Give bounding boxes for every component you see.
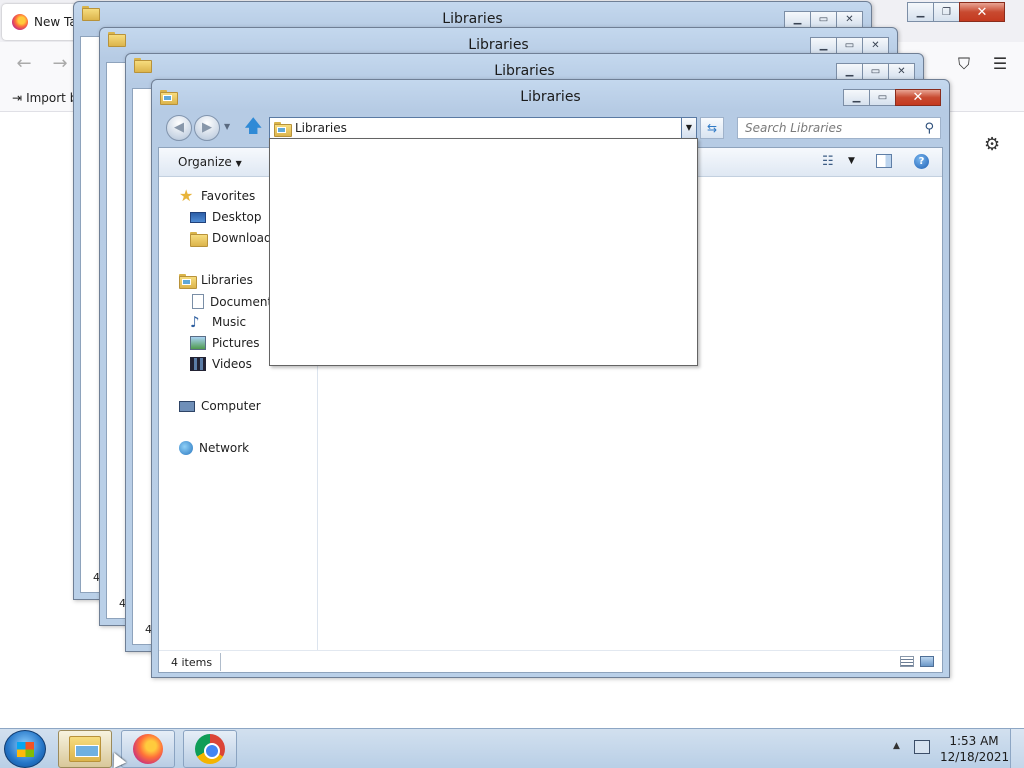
window-title: Libraries xyxy=(494,63,555,79)
music-icon: ♪ xyxy=(190,313,200,331)
window-title: Libraries xyxy=(442,11,503,27)
search-placeholder: Search Libraries xyxy=(745,121,843,135)
clock-date: 12/18/2021 xyxy=(940,750,1010,764)
show-desktop-button[interactable] xyxy=(1010,729,1024,768)
star-icon: ★ xyxy=(179,186,194,205)
import-icon: ⇥ xyxy=(12,91,23,105)
firefox-icon xyxy=(12,14,28,30)
clock-time: 1:53 AM xyxy=(949,734,999,748)
videos-icon xyxy=(190,357,206,371)
search-input[interactable]: Search Libraries ⚲ xyxy=(737,117,941,139)
nav-item-videos[interactable]: Videos xyxy=(190,357,252,371)
nav-label: Pictures xyxy=(212,336,260,350)
nav-item-downloads[interactable]: Downloads xyxy=(190,231,278,247)
recent-pages-dropdown[interactable]: ▼ xyxy=(224,122,230,131)
downloads-folder-icon xyxy=(190,231,208,247)
firefox-icon xyxy=(133,734,163,764)
nav-label: Network xyxy=(199,441,250,455)
chevron-down-icon: ▼ xyxy=(235,159,242,168)
minimize-button[interactable]: ▁ xyxy=(843,89,870,106)
network-tray-icon[interactable] xyxy=(914,740,930,754)
close-button[interactable]: ✕ xyxy=(888,63,915,80)
close-button[interactable]: ✕ xyxy=(862,37,889,54)
nav-label: Desktop xyxy=(212,210,262,224)
documents-icon xyxy=(192,294,204,309)
desktop-icon xyxy=(190,211,206,223)
close-button[interactable]: ✕ xyxy=(895,89,941,106)
forward-button[interactable]: ▶ xyxy=(194,115,220,141)
windows-logo-icon xyxy=(17,742,34,757)
nav-item-documents[interactable]: Documents xyxy=(192,294,278,309)
nav-label: Music xyxy=(212,315,247,329)
firefox-close-button[interactable]: ✕ xyxy=(959,2,1005,22)
organize-label: Organize xyxy=(178,155,232,169)
firefox-minimize-button[interactable]: ▁ xyxy=(907,2,934,22)
libraries-icon xyxy=(274,121,292,137)
minimize-button[interactable]: ▁ xyxy=(810,37,837,54)
taskbar-explorer-button[interactable] xyxy=(58,730,112,768)
maximize-button[interactable]: ▭ xyxy=(836,37,863,54)
change-view-icon[interactable]: ☷ xyxy=(822,154,834,169)
help-icon[interactable]: ? xyxy=(914,154,929,169)
nav-item-libraries[interactable]: Libraries xyxy=(179,273,253,289)
taskbar: ▲ 1:53 AM 12/18/2021 xyxy=(0,728,1024,768)
address-dropdown-button[interactable]: ▼ xyxy=(681,117,697,139)
nav-item-network[interactable]: Network xyxy=(179,441,249,455)
gear-icon[interactable]: ⚙ xyxy=(984,134,1000,155)
organize-button[interactable]: Organize ▼ xyxy=(178,155,242,169)
show-hidden-icons-button[interactable]: ▲ xyxy=(893,741,900,751)
maximize-button[interactable]: ▭ xyxy=(810,11,837,28)
large-icons-view-icon[interactable] xyxy=(920,656,934,667)
nav-item-music[interactable]: ♪ Music xyxy=(190,313,247,331)
nav-item-favorites[interactable]: ★ Favorites xyxy=(179,186,256,205)
network-icon xyxy=(179,441,193,455)
nav-label: Favorites xyxy=(201,189,256,203)
pocket-icon[interactable]: ⛉ xyxy=(952,52,976,76)
forward-arrow-icon[interactable]: → xyxy=(48,52,72,76)
import-bookmarks-button[interactable]: ⇥ Import b xyxy=(12,91,77,105)
address-bar[interactable]: Libraries ▼ xyxy=(269,117,697,139)
nav-label: Computer xyxy=(201,399,261,413)
up-arrow-icon[interactable]: 🡅 xyxy=(244,117,263,137)
nav-label: Videos xyxy=(212,357,252,371)
minimize-button[interactable]: ▁ xyxy=(784,11,811,28)
preview-pane-icon[interactable] xyxy=(876,154,892,168)
status-divider xyxy=(220,653,221,671)
pictures-icon xyxy=(190,336,206,350)
back-button[interactable]: ◀ xyxy=(166,115,192,141)
details-view-icon[interactable] xyxy=(900,656,914,667)
close-button[interactable]: ✕ xyxy=(836,11,863,28)
window-title: Libraries xyxy=(468,37,529,53)
nav-item-computer[interactable]: Computer xyxy=(179,399,261,413)
nav-item-pictures[interactable]: Pictures xyxy=(190,336,260,350)
search-icon[interactable]: ⚲ xyxy=(924,119,934,139)
view-options-dropdown[interactable]: ▼ xyxy=(848,156,855,166)
maximize-button[interactable]: ▭ xyxy=(862,63,889,80)
taskbar-chrome-button[interactable] xyxy=(183,730,237,768)
minimize-button[interactable]: ▁ xyxy=(836,63,863,80)
address-history-dropdown[interactable] xyxy=(269,138,698,366)
import-label: Import b xyxy=(26,91,78,105)
firefox-restore-button[interactable]: ❐ xyxy=(933,2,960,22)
address-text: Libraries xyxy=(295,121,347,135)
clock[interactable]: 1:53 AM 12/18/2021 xyxy=(940,733,1010,765)
taskbar-firefox-button[interactable] xyxy=(121,730,175,768)
back-arrow-icon[interactable]: ← xyxy=(12,52,36,76)
window-title: Libraries xyxy=(520,89,581,105)
nav-item-desktop[interactable]: Desktop xyxy=(190,210,262,224)
status-bar: 4 items xyxy=(159,650,942,672)
libraries-icon xyxy=(179,273,197,289)
chrome-icon xyxy=(195,734,225,764)
computer-icon xyxy=(179,400,195,412)
start-button[interactable] xyxy=(4,730,46,768)
refresh-button[interactable]: ⇆ xyxy=(700,117,724,139)
nav-label: Libraries xyxy=(201,273,253,287)
libraries-icon xyxy=(69,736,101,762)
maximize-button[interactable]: ▭ xyxy=(869,89,896,106)
menu-icon[interactable]: ☰ xyxy=(988,52,1012,76)
item-count: 4 items xyxy=(171,656,213,669)
